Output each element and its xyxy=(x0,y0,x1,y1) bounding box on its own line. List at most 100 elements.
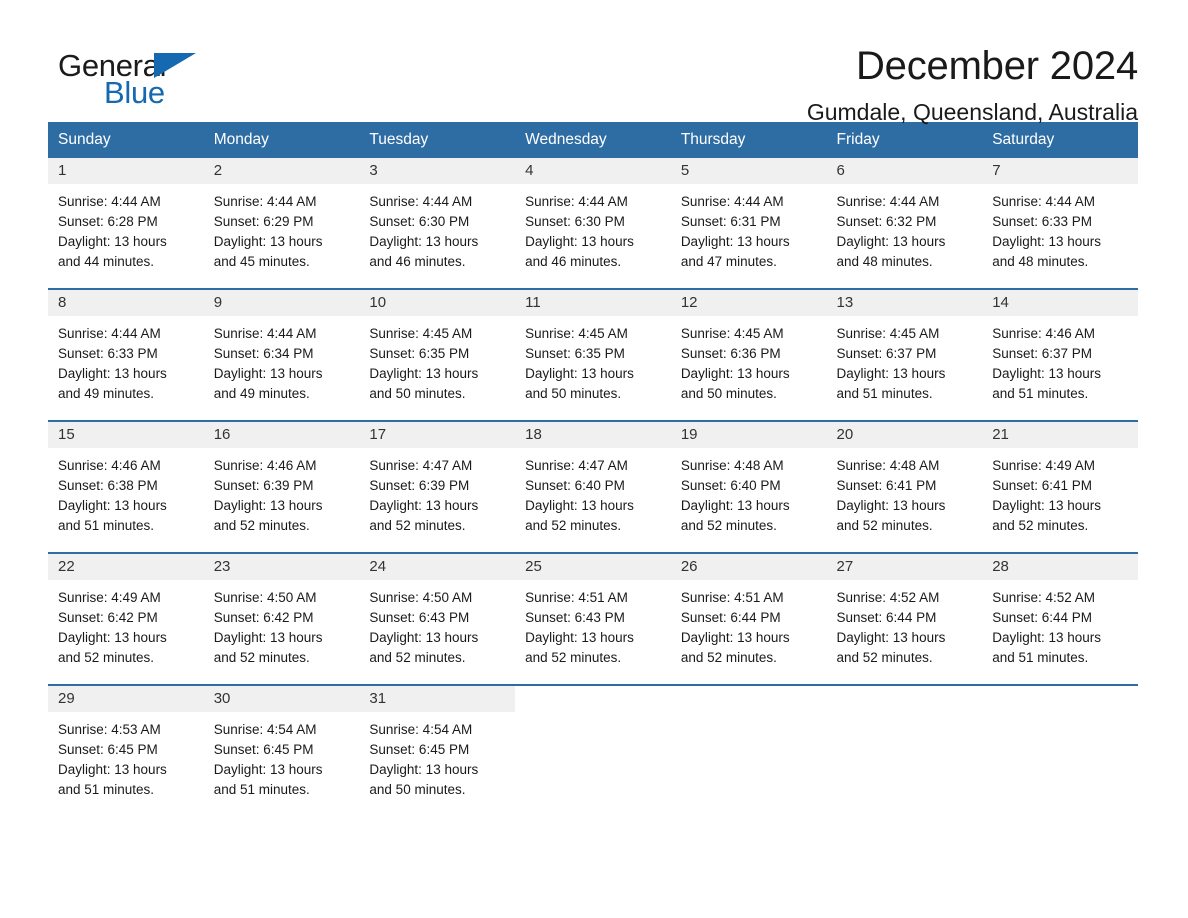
day-details: Sunrise: 4:54 AM Sunset: 6:45 PM Daylight:… xyxy=(204,712,360,816)
weekday-header-thursday: Thursday xyxy=(670,122,827,158)
daylight-text-line2: and 48 minutes. xyxy=(836,254,933,269)
daylight-text-line2: and 52 minutes. xyxy=(369,518,466,533)
general-blue-logo: General Blue xyxy=(58,44,208,108)
weekday-header-monday: Monday xyxy=(203,122,360,158)
calendar-day-cell[interactable]: 2 Sunrise: 4:44 AM Sunset: 6:29 PM Daylight… xyxy=(203,158,360,289)
daylight-text-line2: and 52 minutes. xyxy=(680,650,777,665)
daylight-text-line1: Daylight: 13 hours xyxy=(836,234,946,249)
daylight-text-line2: and 49 minutes. xyxy=(213,386,310,401)
calendar-day-cell[interactable]: 13 Sunrise: 4:45 AM Sunset: 6:37 PM Dayligh… xyxy=(826,288,983,421)
day-details: Sunrise: 4:46 AM Sunset: 6:37 PM Daylight:… xyxy=(982,316,1138,420)
calendar-day-cell[interactable]: 15 Sunrise: 4:46 AM Sunset: 6:38 PM Dayligh… xyxy=(48,420,204,553)
calendar-day-cell[interactable]: 21 Sunrise: 4:49 AM Sunset: 6:41 PM Dayligh… xyxy=(982,420,1138,553)
calendar-day-cell[interactable]: 26 Sunrise: 4:51 AM Sunset: 6:44 PM Dayligh… xyxy=(670,552,827,685)
daylight-text-line2: and 52 minutes. xyxy=(525,518,622,533)
sunset-text: Sunset: 6:42 PM xyxy=(58,610,158,625)
calendar-day-cell[interactable]: 19 Sunrise: 4:48 AM Sunset: 6:40 PM Dayligh… xyxy=(670,420,827,553)
sunrise-text: Sunrise: 4:49 AM xyxy=(992,458,1096,473)
daylight-text-line2: and 52 minutes. xyxy=(213,518,310,533)
daylight-text-line1: Daylight: 13 hours xyxy=(680,234,790,249)
sunset-text: Sunset: 6:45 PM xyxy=(369,742,470,757)
calendar-day-cell[interactable]: 11 Sunrise: 4:45 AM Sunset: 6:35 PM Dayligh… xyxy=(515,288,671,421)
daylight-text-line1: Daylight: 13 hours xyxy=(836,630,946,645)
calendar-day-cell[interactable]: 14 Sunrise: 4:46 AM Sunset: 6:37 PM Dayligh… xyxy=(982,288,1138,421)
sunrise-text: Sunrise: 4:50 AM xyxy=(213,590,317,605)
day-details: Sunrise: 4:50 AM Sunset: 6:42 PM Daylight:… xyxy=(204,580,360,684)
calendar-day-cell[interactable]: 23 Sunrise: 4:50 AM Sunset: 6:42 PM Dayligh… xyxy=(203,552,360,685)
day-number: 1 xyxy=(48,158,204,184)
calendar-day-cell[interactable]: 5 Sunrise: 4:44 AM Sunset: 6:31 PM Daylight… xyxy=(670,158,827,289)
daylight-text-line1: Daylight: 13 hours xyxy=(58,630,167,645)
calendar-day-cell[interactable]: 4 Sunrise: 4:44 AM Sunset: 6:30 PM Daylight… xyxy=(515,158,671,289)
day-details: Sunrise: 4:47 AM Sunset: 6:40 PM Daylight:… xyxy=(515,448,671,552)
day-details xyxy=(827,712,983,812)
weekday-header-sunday: Sunday xyxy=(48,122,204,158)
day-number xyxy=(827,686,983,712)
sunrise-text: Sunrise: 4:49 AM xyxy=(58,590,161,605)
sunset-text: Sunset: 6:44 PM xyxy=(992,610,1093,625)
sunset-text: Sunset: 6:36 PM xyxy=(680,346,781,361)
sunrise-text: Sunrise: 4:44 AM xyxy=(213,326,317,341)
calendar-week-row: 1 Sunrise: 4:44 AM Sunset: 6:28 PM Daylight… xyxy=(48,158,1138,289)
sunrise-text: Sunrise: 4:48 AM xyxy=(836,458,940,473)
sunset-text: Sunset: 6:43 PM xyxy=(525,610,625,625)
day-details: Sunrise: 4:45 AM Sunset: 6:35 PM Daylight:… xyxy=(359,316,515,420)
day-number: 6 xyxy=(826,158,983,184)
calendar-day-cell[interactable]: 30 Sunrise: 4:54 AM Sunset: 6:45 PM Dayligh… xyxy=(203,684,360,816)
calendar-week-row: 15 Sunrise: 4:46 AM Sunset: 6:38 PM Dayligh… xyxy=(48,420,1138,553)
calendar-day-cell[interactable]: 29 Sunrise: 4:53 AM Sunset: 6:45 PM Dayligh… xyxy=(48,684,204,816)
daylight-text-line2: and 52 minutes. xyxy=(836,518,933,533)
daylight-text-line1: Daylight: 13 hours xyxy=(680,498,790,513)
day-details: Sunrise: 4:44 AM Sunset: 6:29 PM Daylight:… xyxy=(204,184,360,288)
day-number xyxy=(671,686,827,712)
calendar-week-row: 22 Sunrise: 4:49 AM Sunset: 6:42 PM Dayligh… xyxy=(48,552,1138,685)
sunrise-text: Sunrise: 4:46 AM xyxy=(992,326,1096,341)
calendar-day-cell[interactable]: 22 Sunrise: 4:49 AM Sunset: 6:42 PM Dayligh… xyxy=(48,552,204,685)
calendar-day-cell[interactable]: 24 Sunrise: 4:50 AM Sunset: 6:43 PM Dayligh… xyxy=(359,552,516,685)
daylight-text-line1: Daylight: 13 hours xyxy=(213,366,323,381)
calendar-day-cell[interactable]: 6 Sunrise: 4:44 AM Sunset: 6:32 PM Daylight… xyxy=(826,158,983,289)
calendar-day-cell[interactable]: 18 Sunrise: 4:47 AM Sunset: 6:40 PM Dayligh… xyxy=(515,420,671,553)
sunset-text: Sunset: 6:33 PM xyxy=(992,214,1093,229)
calendar-day-cell[interactable]: 28 Sunrise: 4:52 AM Sunset: 6:44 PM Dayligh… xyxy=(982,552,1138,685)
sunrise-text: Sunrise: 4:52 AM xyxy=(836,590,940,605)
day-details: Sunrise: 4:45 AM Sunset: 6:36 PM Daylight:… xyxy=(671,316,827,420)
daylight-text-line1: Daylight: 13 hours xyxy=(525,630,634,645)
sunrise-text: Sunrise: 4:51 AM xyxy=(525,590,628,605)
calendar-day-cell[interactable]: 1 Sunrise: 4:44 AM Sunset: 6:28 PM Daylight… xyxy=(48,158,204,289)
daylight-text-line1: Daylight: 13 hours xyxy=(525,366,634,381)
day-number: 9 xyxy=(203,290,360,316)
calendar-day-cell[interactable]: 12 Sunrise: 4:45 AM Sunset: 6:36 PM Dayligh… xyxy=(670,288,827,421)
calendar-day-cell[interactable]: 27 Sunrise: 4:52 AM Sunset: 6:44 PM Dayligh… xyxy=(826,552,983,685)
sunrise-text: Sunrise: 4:45 AM xyxy=(680,326,784,341)
calendar-day-cell[interactable]: 9 Sunrise: 4:44 AM Sunset: 6:34 PM Daylight… xyxy=(203,288,360,421)
daylight-text-line1: Daylight: 13 hours xyxy=(369,762,479,777)
sunset-text: Sunset: 6:41 PM xyxy=(992,478,1093,493)
day-number: 26 xyxy=(670,554,827,580)
daylight-text-line1: Daylight: 13 hours xyxy=(58,762,167,777)
day-number: 11 xyxy=(515,290,671,316)
calendar-day-cell[interactable]: 3 Sunrise: 4:44 AM Sunset: 6:30 PM Daylight… xyxy=(359,158,516,289)
calendar-day-cell[interactable]: 10 Sunrise: 4:45 AM Sunset: 6:35 PM Dayligh… xyxy=(359,288,516,421)
calendar-day-cell[interactable]: 8 Sunrise: 4:44 AM Sunset: 6:33 PM Daylight… xyxy=(48,288,204,421)
calendar-day-cell[interactable]: 25 Sunrise: 4:51 AM Sunset: 6:43 PM Dayligh… xyxy=(515,552,671,685)
day-details: Sunrise: 4:46 AM Sunset: 6:38 PM Daylight:… xyxy=(48,448,204,552)
calendar-day-cell[interactable]: 31 Sunrise: 4:54 AM Sunset: 6:45 PM Dayligh… xyxy=(359,684,516,816)
daylight-text-line2: and 52 minutes. xyxy=(525,650,622,665)
calendar-day-cell[interactable]: 16 Sunrise: 4:46 AM Sunset: 6:39 PM Dayligh… xyxy=(203,420,360,553)
day-details: Sunrise: 4:45 AM Sunset: 6:37 PM Daylight:… xyxy=(827,316,983,420)
calendar-day-cell[interactable]: 17 Sunrise: 4:47 AM Sunset: 6:39 PM Dayligh… xyxy=(359,420,516,553)
page-subtitle: Gumdale, Queensland, Australia xyxy=(806,98,1138,125)
sunset-text: Sunset: 6:32 PM xyxy=(836,214,937,229)
daylight-text-line1: Daylight: 13 hours xyxy=(213,762,323,777)
day-details: Sunrise: 4:54 AM Sunset: 6:45 PM Daylight:… xyxy=(359,712,515,816)
sunset-text: Sunset: 6:44 PM xyxy=(680,610,781,625)
calendar-week-row: 8 Sunrise: 4:44 AM Sunset: 6:33 PM Daylight… xyxy=(48,288,1138,421)
daylight-text-line2: and 51 minutes. xyxy=(836,386,933,401)
sunset-text: Sunset: 6:31 PM xyxy=(680,214,781,229)
sunrise-text: Sunrise: 4:44 AM xyxy=(213,194,317,209)
day-details: Sunrise: 4:49 AM Sunset: 6:42 PM Daylight:… xyxy=(48,580,204,684)
page-header: General Blue December 2024 Gumdale, Quee… xyxy=(0,0,1188,125)
calendar-day-cell[interactable]: 7 Sunrise: 4:44 AM Sunset: 6:33 PM Daylight… xyxy=(982,158,1138,289)
calendar-day-cell[interactable]: 20 Sunrise: 4:48 AM Sunset: 6:41 PM Dayligh… xyxy=(826,420,983,553)
